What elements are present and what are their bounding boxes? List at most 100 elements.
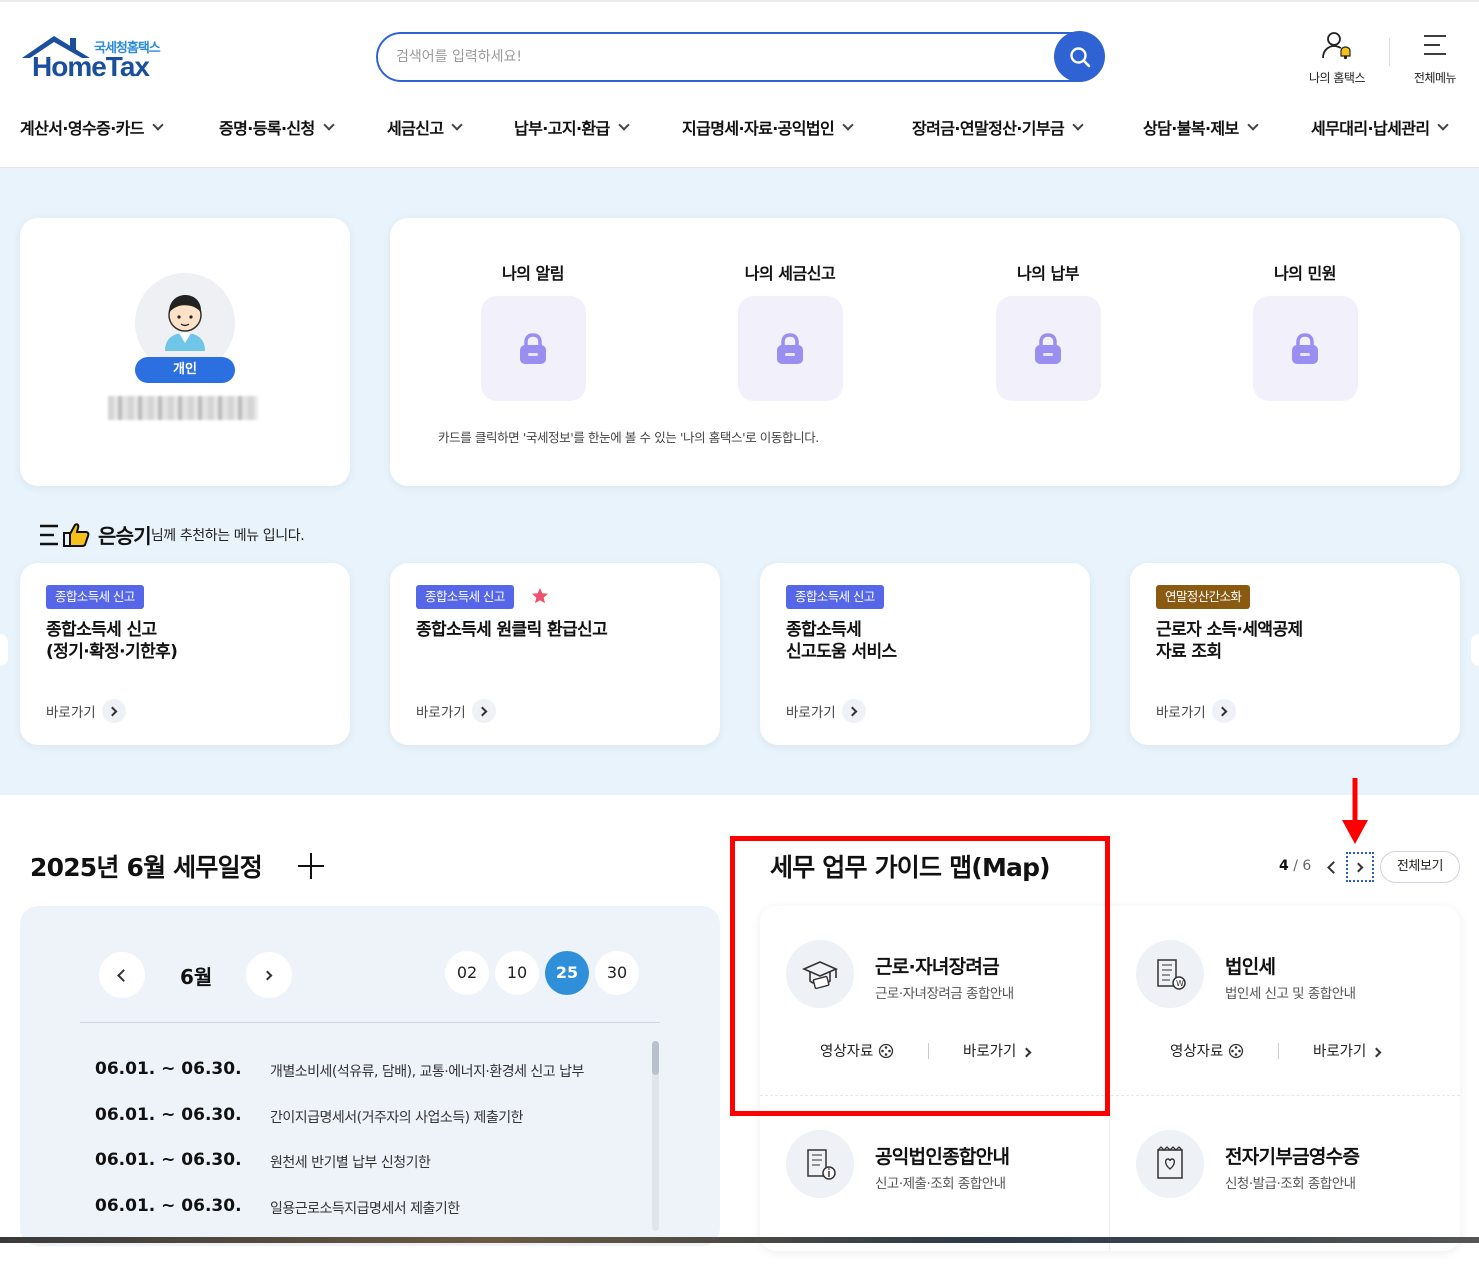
schedule-row[interactable]: 06.01. ~ 06.30. 원천세 반기별 납부 신청기한 [95, 1150, 655, 1172]
title-line: 자료 조회 [1156, 642, 1222, 662]
recommend-heading: 은승기 님께 추천하는 메뉴 입니다. [40, 520, 305, 549]
carousel-next-edge[interactable] [1471, 634, 1479, 666]
recommend-card-title: 종합소득세 신고 (정기·확정·기한후) [46, 619, 178, 663]
schedule-row[interactable]: 06.01. ~ 06.30. 일용근로소득지급명세서 제출기한 [95, 1196, 655, 1218]
title-line: 근로자 소득·세액공제 [1156, 620, 1303, 640]
schedule-row[interactable]: 06.01. ~ 06.30. 개별소비세(석유류, 담배), 교통·에너지·환… [95, 1059, 655, 1081]
all-menu-button[interactable]: 전체메뉴 [1395, 30, 1475, 86]
guide-item[interactable]: 전자기부금영수증 신청·발급·조회 종합안내 [1110, 1096, 1460, 1286]
go-label: 바로가기 [46, 705, 96, 721]
chevron-left-icon [1327, 860, 1340, 874]
redacted-user-name [108, 396, 258, 420]
my-hometax-button[interactable]: 나의 홈택스 [1297, 30, 1377, 86]
search-box [376, 31, 1105, 82]
recommend-card[interactable]: 종합소득세 신고 종합소득세 신고도움 서비스 바로가기 [760, 563, 1090, 745]
gnb-item-incentives[interactable]: 장려금·연말정산·기부금 [912, 115, 1084, 139]
my-civil-petitions[interactable]: 나의 민원 [1215, 260, 1395, 401]
gnb-item-consult[interactable]: 상담·불복·제보 [1143, 115, 1259, 139]
search-input[interactable] [396, 45, 1036, 69]
carousel-prev-edge[interactable] [0, 634, 8, 666]
gnb-label: 세무대리·납세관리 [1311, 119, 1430, 138]
gnb-label: 세금신고 [387, 119, 444, 138]
film-reel-icon [1228, 1043, 1244, 1059]
go-link[interactable]: 바로가기 [786, 699, 866, 723]
next-month-button[interactable] [246, 952, 292, 998]
day-button-selected[interactable]: 25 [545, 951, 589, 995]
go-label: 바로가기 [1312, 1044, 1367, 1060]
logo-title: HomeTax [32, 51, 150, 82]
lock-icon [777, 332, 803, 364]
recommend-user-name: 은승기 [98, 524, 152, 548]
my-hometax-note: 카드를 클릭하면 '국세정보'를 한눈에 볼 수 있는 '나의 홈택스'로 이동… [438, 430, 819, 445]
plus-icon[interactable] [298, 853, 324, 879]
my-item-title: 나의 세금신고 [744, 264, 836, 283]
lock-box [737, 296, 843, 401]
guide-next-button[interactable] [1346, 852, 1374, 882]
go-link[interactable]: 바로가기 [1156, 699, 1236, 723]
go-button[interactable]: 바로가기 [1312, 1040, 1382, 1061]
guide-prev-button[interactable] [1318, 852, 1346, 882]
page-current: 4 [1279, 858, 1289, 874]
schedule-row[interactable]: 06.01. ~ 06.30. 간이지급명세서(거주자의 사업소득) 제출기한 [95, 1105, 655, 1127]
gnb-item-statements[interactable]: 지급명세·자료·공익법인 [682, 115, 854, 139]
chevron-down-icon [451, 118, 464, 131]
schedule-date: 06.01. ~ 06.30. [95, 1105, 242, 1125]
day-button[interactable]: 10 [495, 951, 539, 995]
guide-desc: 신고·제출·조회 종합안내 [875, 1176, 1006, 1192]
day-button[interactable]: 30 [595, 951, 639, 995]
day-button[interactable]: 02 [445, 951, 489, 995]
gnb-label: 계산서·영수증·카드 [20, 119, 145, 138]
guide-desc: 법인세 신고 및 종합안내 [1225, 986, 1356, 1002]
chevron-down-icon [1437, 118, 1450, 131]
my-hometax-card: 나의 알림 나의 세금신고 나의 납부 나의 민원 카드를 클릭하면 '국세정보… [390, 218, 1460, 486]
schedule-text: 원천세 반기별 납부 신청기한 [270, 1155, 431, 1171]
category-tag: 종합소득세 신고 [416, 585, 514, 609]
guide-item[interactable]: 공익법인종합안내 신고·제출·조회 종합안내 [760, 1096, 1110, 1286]
guide-pager: 4 / 6 [1279, 858, 1311, 874]
current-month: 6월 [180, 965, 213, 989]
gnb-item-certificates[interactable]: 증명·등록·신청 [219, 115, 335, 139]
gnb-item-tax-return[interactable]: 세금신고 [387, 115, 464, 139]
recommend-card-title: 종합소득세 신고도움 서비스 [786, 619, 897, 663]
hometax-logo[interactable]: 국세청홈택스 HomeTax [20, 34, 180, 86]
gnb-item-agent[interactable]: 세무대리·납세관리 [1311, 115, 1450, 139]
lock-icon [520, 332, 546, 364]
recommend-card[interactable]: 종합소득세 신고 종합소득세 신고 (정기·확정·기한후) 바로가기 [20, 563, 350, 745]
profile-card[interactable]: 개인 [20, 218, 350, 486]
video-button[interactable]: 영상자료 [1170, 1040, 1244, 1061]
util-divider [1389, 38, 1390, 66]
title-line: 종합소득세 신고 [46, 620, 157, 640]
prev-month-button[interactable] [99, 952, 145, 998]
search-icon [1069, 46, 1090, 67]
chevron-left-icon [117, 968, 130, 982]
schedule-date: 06.01. ~ 06.30. [95, 1196, 242, 1216]
my-tax-returns[interactable]: 나의 세금신고 [700, 260, 880, 401]
go-label: 바로가기 [786, 705, 836, 721]
gnb-item-payment[interactable]: 납부·고지·환급 [514, 115, 630, 139]
chevron-right-icon [262, 970, 273, 980]
search-button[interactable] [1054, 31, 1105, 82]
guide-actions: 영상자료 바로가기 [1170, 1040, 1430, 1061]
schedule-scrollbar[interactable] [652, 1041, 659, 1231]
my-item-title: 나의 알림 [502, 264, 564, 283]
recommend-card[interactable]: 연말정산간소화 근로자 소득·세액공제 자료 조회 바로가기 [1130, 563, 1460, 745]
go-link[interactable]: 바로가기 [416, 699, 496, 723]
go-label: 바로가기 [1156, 705, 1206, 721]
user-bell-icon [1322, 32, 1351, 60]
gnb-label: 장려금·연말정산·기부금 [912, 119, 1065, 138]
view-all-button[interactable]: 전체보기 [1380, 851, 1460, 883]
top-divider [0, 0, 1479, 2]
go-link[interactable]: 바로가기 [46, 699, 126, 723]
guide-name: 전자기부금영수증 [1225, 1146, 1360, 1168]
recommend-card[interactable]: 종합소득세 신고 종합소득세 원클릭 환급신고 바로가기 [390, 563, 720, 745]
gnb-item-receipts[interactable]: 계산서·영수증·카드 [20, 115, 164, 139]
guide-item[interactable]: W 법인세 법인세 신고 및 종합안내 영상자료 바로가기 [1110, 906, 1460, 1096]
chevron-right-icon [1353, 862, 1364, 872]
my-payments[interactable]: 나의 납부 [958, 260, 1138, 401]
my-notifications[interactable]: 나의 알림 [443, 260, 623, 401]
recommend-card-title: 근로자 소득·세액공제 자료 조회 [1156, 619, 1303, 663]
chevron-down-icon [618, 118, 630, 131]
divider [1277, 1042, 1279, 1059]
chevron-right-icon [1371, 1047, 1382, 1058]
chevron-down-icon [152, 118, 164, 131]
